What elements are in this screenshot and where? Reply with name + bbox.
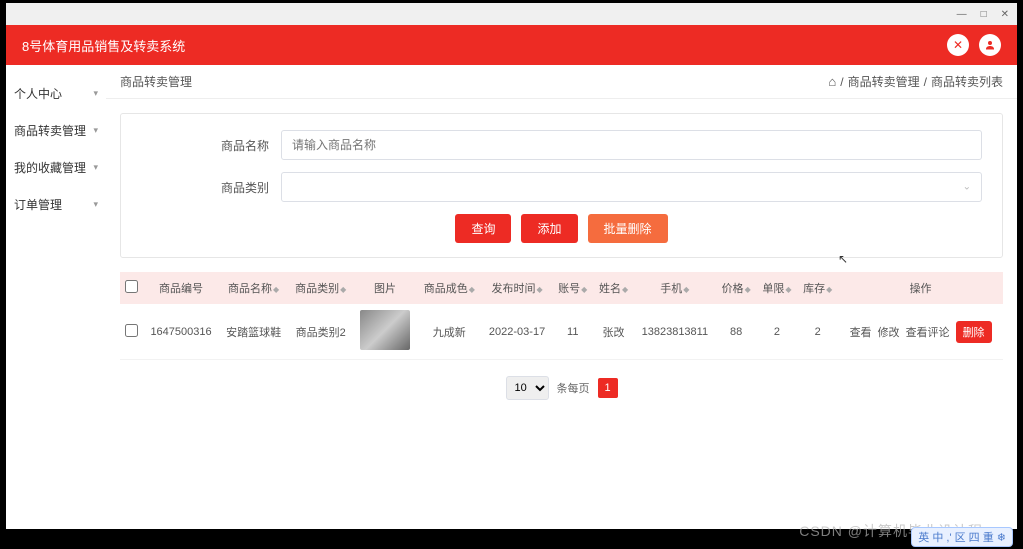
cell-acct: 11 xyxy=(552,304,593,360)
name-label: 商品名称 xyxy=(141,137,281,154)
col-pubtime[interactable]: 发布时间◆ xyxy=(482,272,553,304)
app-header: 8号体育用品销售及转卖系统 ✕ xyxy=(6,25,1017,65)
category-label: 商品类别 xyxy=(141,179,281,196)
sidebar-item-resale[interactable]: 商品转卖管理 ▾ xyxy=(6,112,106,149)
cell-cat: 商品类别2 xyxy=(288,304,353,360)
cell-color: 九成新 xyxy=(417,304,482,360)
sidebar-item-label: 我的收藏管理 xyxy=(14,159,86,176)
cell-id: 1647500316 xyxy=(143,304,219,360)
chevron-down-icon: ▾ xyxy=(93,125,98,136)
search-panel: 商品名称 商品类别 ⌄ 查询 添加 批量删除 xyxy=(120,113,1003,258)
cell-stock: 2 xyxy=(797,304,838,360)
product-thumbnail[interactable] xyxy=(360,310,410,350)
breadcrumb: 商品转卖管理 ⌂ / 商品转卖管理 / 商品转卖列表 xyxy=(106,65,1017,99)
cell-limit: 2 xyxy=(757,304,798,360)
cell-img xyxy=(353,304,417,360)
sidebar-item-label: 订单管理 xyxy=(14,196,62,213)
cell-pubtime: 2022-03-17 xyxy=(482,304,553,360)
per-page-label: 条每页 xyxy=(557,380,590,396)
current-page[interactable]: 1 xyxy=(598,378,618,398)
col-color[interactable]: 商品成色◆ xyxy=(417,272,482,304)
sidebar-item-label: 个人中心 xyxy=(14,85,62,102)
chevron-down-icon: ▾ xyxy=(93,162,98,173)
home-icon[interactable]: ⌂ xyxy=(828,74,836,89)
window-max-button[interactable]: □ xyxy=(981,9,987,20)
col-ops: 操作 xyxy=(838,272,1003,304)
close-circle-icon[interactable]: ✕ xyxy=(947,34,969,56)
view-link[interactable]: 查看 xyxy=(850,324,872,340)
sidebar-item-personal[interactable]: 个人中心 ▾ xyxy=(6,75,106,112)
data-table: 商品编号 商品名称◆ 商品类别◆ 图片 商品成色◆ 发布时间◆ 账号◆ 姓名◆ … xyxy=(120,272,1003,360)
row-checkbox[interactable] xyxy=(125,324,138,337)
sidebar-item-orders[interactable]: 订单管理 ▾ xyxy=(6,186,106,223)
app-title: 8号体育用品销售及转卖系统 xyxy=(22,36,185,55)
cell-ops: 查看 修改 查看评论 删除 xyxy=(838,304,1003,360)
bulk-delete-button[interactable]: 批量删除 xyxy=(588,214,668,243)
page-title: 商品转卖管理 xyxy=(120,73,192,90)
col-cat[interactable]: 商品类别◆ xyxy=(288,272,353,304)
edit-link[interactable]: 修改 xyxy=(878,324,900,340)
cell-price: 88 xyxy=(716,304,757,360)
table-row: 1647500316 安踏篮球鞋 商品类别2 九成新 2022-03-17 11… xyxy=(120,304,1003,360)
window-close-button[interactable]: ✕ xyxy=(1001,9,1009,20)
select-all-checkbox[interactable] xyxy=(125,280,138,293)
category-select[interactable]: ⌄ xyxy=(281,172,982,202)
user-avatar-icon[interactable] xyxy=(979,34,1001,56)
col-uname[interactable]: 姓名◆ xyxy=(593,272,634,304)
chevron-down-icon: ⌄ xyxy=(963,182,971,193)
delete-button[interactable]: 删除 xyxy=(956,321,992,343)
col-limit[interactable]: 单限◆ xyxy=(757,272,798,304)
window-min-button[interactable]: — xyxy=(957,9,967,20)
breadcrumb-part: 商品转卖列表 xyxy=(931,73,1003,90)
product-name-input[interactable] xyxy=(281,130,982,160)
pagination: 10 条每页 1 xyxy=(106,360,1017,416)
add-button[interactable]: 添加 xyxy=(521,214,577,243)
table-header-row: 商品编号 商品名称◆ 商品类别◆ 图片 商品成色◆ 发布时间◆ 账号◆ 姓名◆ … xyxy=(120,272,1003,304)
col-name[interactable]: 商品名称◆ xyxy=(219,272,288,304)
col-img: 图片 xyxy=(353,272,417,304)
query-button[interactable]: 查询 xyxy=(455,214,511,243)
comments-link[interactable]: 查看评论 xyxy=(906,324,950,340)
col-phone[interactable]: 手机◆ xyxy=(634,272,716,304)
sidebar: 个人中心 ▾ 商品转卖管理 ▾ 我的收藏管理 ▾ 订单管理 ▾ xyxy=(6,65,106,529)
col-stock[interactable]: 库存◆ xyxy=(797,272,838,304)
ime-toolbar[interactable]: 英 中 ,' 区 四 重 ❄ xyxy=(911,527,1013,547)
window-titlebar: — □ ✕ xyxy=(6,3,1017,25)
sidebar-item-favorites[interactable]: 我的收藏管理 ▾ xyxy=(6,149,106,186)
col-acct[interactable]: 账号◆ xyxy=(552,272,593,304)
col-id[interactable]: 商品编号 xyxy=(143,272,219,304)
chevron-down-icon: ▾ xyxy=(93,199,98,210)
chevron-down-icon: ▾ xyxy=(93,88,98,99)
col-price[interactable]: 价格◆ xyxy=(716,272,757,304)
cell-phone: 13823813811 xyxy=(634,304,716,360)
cell-name: 安踏篮球鞋 xyxy=(219,304,288,360)
page-size-select[interactable]: 10 xyxy=(506,376,549,400)
cell-uname: 张改 xyxy=(593,304,634,360)
sidebar-item-label: 商品转卖管理 xyxy=(14,122,86,139)
breadcrumb-part[interactable]: 商品转卖管理 xyxy=(848,73,920,90)
